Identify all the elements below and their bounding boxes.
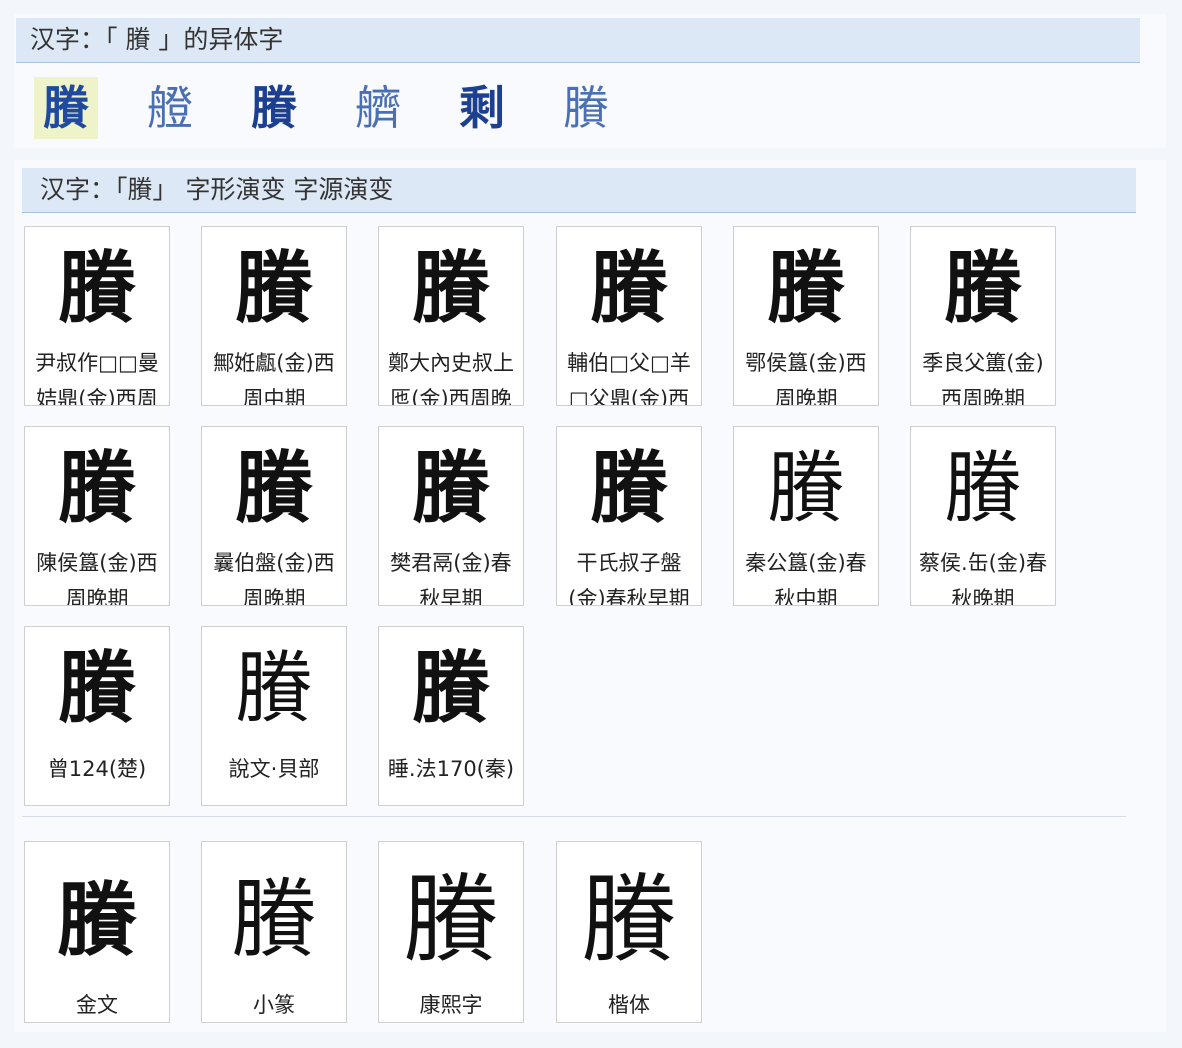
form-caption: 楷体 — [608, 993, 650, 1017]
evolution-card: 賸 說文·貝部 — [201, 626, 347, 806]
evolution-title: 汉字：「賸」 字形演变 字源演变 — [22, 168, 1136, 213]
variant-link-4[interactable]: 艩 — [346, 77, 410, 139]
glyph-source-caption: 鄭大內史叔上匜(金)西周晚 — [388, 351, 514, 406]
seal-form-glyph: 賸 — [231, 870, 317, 970]
glyph-source-caption: 季良父簠(金)西周晚期 — [922, 351, 1044, 406]
standard-form-card: 賸 小篆 — [201, 841, 347, 1023]
glyph-source-caption: 曾124(楚) — [47, 757, 147, 781]
seal-script-glyph: 賸 — [234, 644, 313, 734]
variants-list: 賸 艠 賸 艩 剩 賸 — [34, 76, 658, 140]
evolution-card: 賸 鄭大內史叔上匜(金)西周晚 — [378, 226, 524, 406]
glyph-source-caption: 睡.法170(秦) — [387, 757, 515, 781]
bronze-glyph: 賸 — [234, 243, 313, 334]
evolution-card: 賸 樊君鬲(金)春秋早期 — [378, 426, 524, 606]
glyph-source-caption: 蔡侯.缶(金)春秋晚期 — [918, 551, 1048, 606]
bronze-glyph: 賸 — [766, 243, 845, 334]
evolution-card: 賸 尹叔作□□曼姞鼎(金)西周 — [24, 226, 170, 406]
evolution-panel: 汉字：「賸」 字形演变 字源演变 賸 尹叔作□□曼姞鼎(金)西周 賸 鄦姙甗(金… — [14, 160, 1166, 1032]
section-divider — [22, 816, 1126, 817]
variant-link-5[interactable]: 剩 — [450, 77, 514, 139]
glyph-source-caption: 輔伯□父□羊□父鼎(金)西 — [567, 351, 691, 406]
evolution-card: 賸 睡.法170(秦) — [378, 626, 524, 806]
bronze-glyph: 賸 — [943, 444, 1022, 534]
bronze-glyph: 賸 — [766, 444, 845, 534]
glyph-source-caption: 曩伯盤(金)西周晚期 — [213, 551, 335, 606]
evolution-card: 賸 陳侯簋(金)西周晚期 — [24, 426, 170, 606]
evolution-card: 賸 秦公簋(金)春秋中期 — [733, 426, 879, 606]
variant-link-2[interactable]: 艠 — [138, 77, 202, 139]
variant-link-1[interactable]: 賸 — [34, 77, 98, 139]
form-caption: 金文 — [76, 993, 118, 1017]
glyph-source-caption: 陳侯簋(金)西周晚期 — [36, 551, 158, 606]
glyph-source-caption: 樊君鬲(金)春秋早期 — [390, 551, 512, 606]
glyph-source-caption: 秦公簋(金)春秋中期 — [745, 551, 867, 606]
evolution-card: 賸 曩伯盤(金)西周晚期 — [201, 426, 347, 606]
variant-link-6[interactable]: 賸 — [554, 77, 618, 139]
evolution-card: 賸 季良父簠(金)西周晚期 — [910, 226, 1056, 406]
kangxi-form-glyph: 賸 — [403, 864, 499, 976]
standard-form-card: 賸 金文 — [24, 841, 170, 1023]
bronze-glyph: 賸 — [943, 243, 1022, 334]
form-caption: 康熙字 — [419, 993, 483, 1017]
variants-title: 汉字：「 賸 」的异体字 — [16, 18, 1140, 63]
bronze-glyph: 賸 — [589, 243, 668, 334]
variants-panel: 汉字：「 賸 」的异体字 賸 艠 賸 艩 剩 賸 — [14, 14, 1166, 148]
glyph-source-caption: 尹叔作□□曼姞鼎(金)西周 — [35, 351, 159, 406]
bronze-glyph: 賸 — [234, 443, 313, 534]
evolution-card: 賸 鄦姙甗(金)西周中期 — [201, 226, 347, 406]
glyph-source-caption: 干氏叔子盤(金)春秋早期 — [568, 551, 690, 606]
standard-form-card: 賸 楷体 — [556, 841, 702, 1023]
bronze-glyph: 賸 — [57, 443, 136, 534]
evolution-card: 賸 輔伯□父□羊□父鼎(金)西 — [556, 226, 702, 406]
regular-form-glyph: 賸 — [581, 864, 677, 976]
glyph-source-caption: 鄦姙甗(金)西周中期 — [213, 351, 335, 406]
evolution-card: 賸 蔡侯.缶(金)春秋晚期 — [910, 426, 1056, 606]
bronze-glyph: 賸 — [411, 443, 490, 534]
bronze-glyph: 賸 — [57, 243, 136, 334]
page: 汉字：「 賸 」的异体字 賸 艠 賸 艩 剩 賸 汉字：「賸」 字形演变 字源演… — [0, 0, 1182, 1048]
glyph-source-caption: 說文·貝部 — [228, 757, 320, 781]
evolution-card: 賸 鄂侯簋(金)西周晚期 — [733, 226, 879, 406]
evolution-card: 賸 曾124(楚) — [24, 626, 170, 806]
glyph-source-caption: 鄂侯簋(金)西周晚期 — [745, 351, 867, 406]
bronze-form-glyph: 賸 — [57, 873, 137, 967]
standard-form-card: 賸 康熙字 — [378, 841, 524, 1023]
qin-script-glyph: 賸 — [411, 643, 490, 734]
form-caption: 小篆 — [253, 993, 295, 1017]
bronze-glyph: 賸 — [589, 443, 668, 534]
evolution-card: 賸 干氏叔子盤(金)春秋早期 — [556, 426, 702, 606]
bronze-glyph: 賸 — [411, 243, 490, 334]
variant-link-3[interactable]: 賸 — [242, 77, 306, 139]
chu-script-glyph: 賸 — [57, 643, 136, 734]
